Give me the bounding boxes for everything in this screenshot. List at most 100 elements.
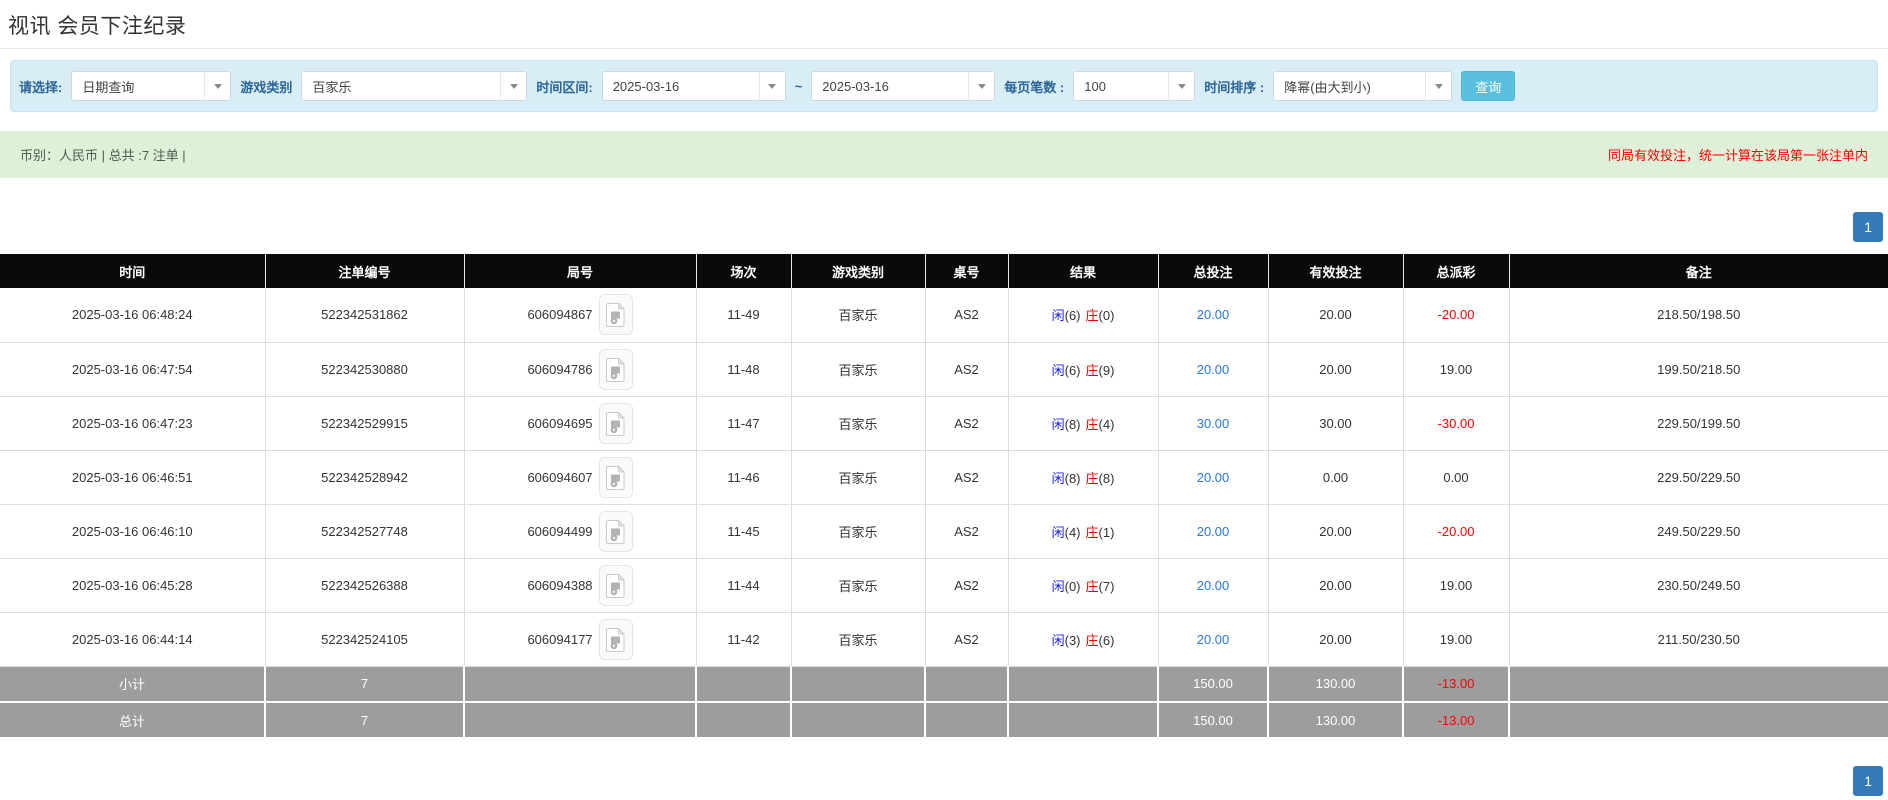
page-1-button[interactable]: 1 — [1853, 766, 1883, 796]
total-empty-cell — [925, 702, 1008, 738]
cell-total-bet: 20.00 — [1158, 558, 1268, 612]
search-button[interactable]: 查询 — [1461, 71, 1515, 101]
query-mode-select[interactable]: 日期查询 — [71, 71, 231, 101]
total-total-payout: -13.00 — [1403, 702, 1509, 738]
header-time: 时间 — [0, 254, 265, 288]
table-body: 2025-03-16 06:48:24 522342531862 6060948… — [0, 288, 1888, 666]
total-empty-cell — [464, 702, 696, 738]
result-player-score: (3) — [1065, 633, 1081, 648]
result-banker-label: 庄 — [1086, 417, 1099, 432]
cell-total-payout: 19.00 — [1403, 612, 1509, 666]
subtotal-empty-cell — [696, 666, 791, 702]
cell-session: 11-42 — [696, 612, 791, 666]
result-player-score: (8) — [1065, 417, 1081, 432]
cell-session: 11-46 — [696, 450, 791, 504]
header-valid-bet: 有效投注 — [1268, 254, 1403, 288]
table-row: 2025-03-16 06:46:10 522342527748 6060944… — [0, 504, 1888, 558]
result-banker-label: 庄 — [1086, 525, 1099, 540]
query-mode-value: 日期查询 — [72, 72, 204, 100]
result-player-score: (4) — [1065, 525, 1081, 540]
chevron-down-icon[interactable] — [500, 72, 526, 100]
table-header: 时间 注单编号 局号 场次 游戏类别 桌号 结果 总投注 有效投注 总派彩 备注 — [0, 254, 1888, 288]
video-replay-button[interactable] — [599, 619, 633, 660]
chevron-down-icon[interactable] — [968, 72, 994, 100]
cell-result: 闲(6)庄(9) — [1008, 342, 1158, 396]
table-row: 2025-03-16 06:47:23 522342529915 6060946… — [0, 396, 1888, 450]
cell-remark: 199.50/218.50 — [1509, 342, 1888, 396]
total-bet-link[interactable]: 30.00 — [1197, 416, 1230, 431]
video-replay-button[interactable] — [599, 349, 633, 390]
chevron-down-icon[interactable] — [204, 72, 230, 100]
total-bet-link[interactable]: 20.00 — [1197, 307, 1230, 322]
table-row: 2025-03-16 06:44:14 522342524105 6060941… — [0, 612, 1888, 666]
cell-bet-id: 522342530880 — [265, 342, 464, 396]
cell-round-id: 606094695 — [464, 396, 696, 450]
video-replay-button[interactable] — [599, 457, 633, 498]
cell-result: 闲(8)庄(8) — [1008, 450, 1158, 504]
subtotal-count: 7 — [265, 666, 464, 702]
video-file-icon — [606, 302, 626, 327]
cell-session: 11-47 — [696, 396, 791, 450]
video-replay-button[interactable] — [599, 511, 633, 552]
cell-total-bet: 20.00 — [1158, 288, 1268, 342]
pagination-bottom: 1 — [0, 766, 1888, 796]
cell-bet-id: 522342529915 — [265, 396, 464, 450]
result-banker-score: (1) — [1099, 525, 1115, 540]
result-banker-label: 庄 — [1086, 633, 1099, 648]
video-replay-button[interactable] — [599, 294, 633, 335]
date-from-value: 2025-03-16 — [603, 72, 759, 100]
video-file-icon — [606, 573, 626, 598]
round-id-text: 606094499 — [527, 524, 592, 539]
cell-round-id: 606094499 — [464, 504, 696, 558]
result-player-label: 闲 — [1052, 417, 1065, 432]
result-player-label: 闲 — [1052, 363, 1065, 378]
date-to-select[interactable]: 2025-03-16 — [811, 71, 995, 101]
total-bet-link[interactable]: 20.00 — [1197, 578, 1230, 593]
time-sort-value: 降幂(由大到小) — [1274, 72, 1425, 100]
cell-valid-bet: 20.00 — [1268, 288, 1403, 342]
range-separator: ~ — [795, 79, 803, 94]
chevron-down-icon[interactable] — [759, 72, 785, 100]
cell-total-payout: 19.00 — [1403, 342, 1509, 396]
total-bet-link[interactable]: 20.00 — [1197, 524, 1230, 539]
round-id-text: 606094786 — [527, 362, 592, 377]
header-total-bet: 总投注 — [1158, 254, 1268, 288]
time-sort-select[interactable]: 降幂(由大到小) — [1273, 71, 1452, 101]
video-file-icon — [606, 465, 626, 490]
video-replay-button[interactable] — [599, 403, 633, 444]
cell-total-payout: 0.00 — [1403, 450, 1509, 504]
page-1-button[interactable]: 1 — [1853, 212, 1883, 242]
cell-total-bet: 20.00 — [1158, 342, 1268, 396]
total-valid-bet: 130.00 — [1268, 702, 1403, 738]
game-type-select[interactable]: 百家乐 — [301, 71, 527, 101]
cell-table-no: AS2 — [925, 288, 1008, 342]
page-size-label: 每页笔数 : — [1004, 77, 1064, 96]
page-size-select[interactable]: 100 — [1073, 71, 1195, 101]
cell-session: 11-45 — [696, 504, 791, 558]
total-empty-cell — [1509, 702, 1888, 738]
result-banker-score: (6) — [1099, 633, 1115, 648]
cell-table-no: AS2 — [925, 342, 1008, 396]
result-player-label: 闲 — [1052, 308, 1065, 323]
cell-bet-id: 522342528942 — [265, 450, 464, 504]
video-replay-button[interactable] — [599, 565, 633, 606]
total-bet-link[interactable]: 20.00 — [1197, 362, 1230, 377]
cell-round-id: 606094867 — [464, 288, 696, 342]
cell-total-payout: -20.00 — [1403, 288, 1509, 342]
cell-table-no: AS2 — [925, 558, 1008, 612]
chevron-down-icon[interactable] — [1168, 72, 1194, 100]
total-empty-cell — [696, 702, 791, 738]
cell-time: 2025-03-16 06:45:28 — [0, 558, 265, 612]
chevron-down-icon[interactable] — [1425, 72, 1451, 100]
cell-time: 2025-03-16 06:48:24 — [0, 288, 265, 342]
cell-total-bet: 20.00 — [1158, 612, 1268, 666]
cell-bet-id: 522342524105 — [265, 612, 464, 666]
table-row: 2025-03-16 06:48:24 522342531862 6060948… — [0, 288, 1888, 342]
bet-records-table: 时间 注单编号 局号 场次 游戏类别 桌号 结果 总投注 有效投注 总派彩 备注… — [0, 254, 1888, 739]
total-label: 总计 — [0, 702, 265, 738]
cell-time: 2025-03-16 06:44:14 — [0, 612, 265, 666]
date-from-select[interactable]: 2025-03-16 — [602, 71, 786, 101]
total-bet-link[interactable]: 20.00 — [1197, 470, 1230, 485]
header-remark: 备注 — [1509, 254, 1888, 288]
total-bet-link[interactable]: 20.00 — [1197, 632, 1230, 647]
